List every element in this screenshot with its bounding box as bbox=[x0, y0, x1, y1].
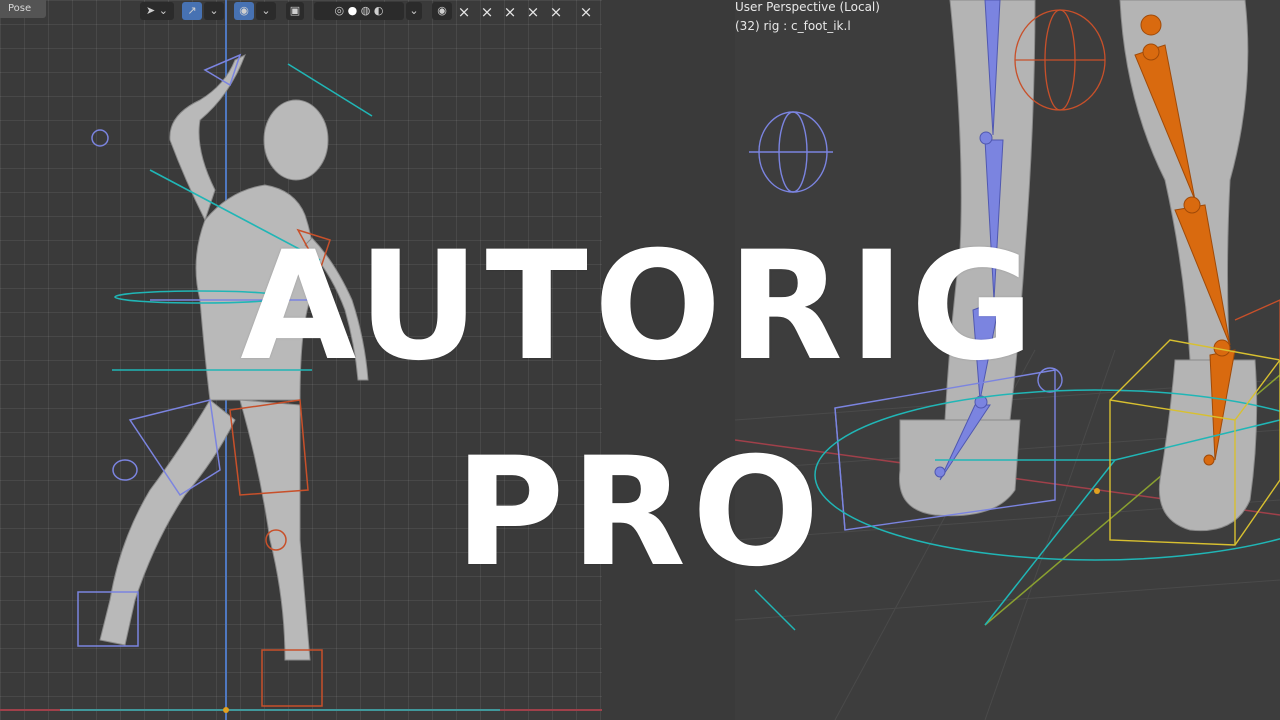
mode-dropdown[interactable]: Pose bbox=[0, 0, 46, 18]
orientation-dropdown-button[interactable]: ⌄ bbox=[204, 2, 224, 20]
shading-dropdown-button[interactable]: ⌄ bbox=[406, 2, 422, 20]
pivot-dropdown-button[interactable]: ⌄ bbox=[256, 2, 276, 20]
close-icon[interactable]: × bbox=[548, 4, 564, 20]
title-line-1: AUTORIG bbox=[240, 220, 1040, 394]
viewport-header: Pose ➤ ⌄ ↗ ⌄ ◉ ⌄ ▣ ◎ ● ◍ ◐ ⌄ ◉ × × × × ×… bbox=[0, 0, 602, 22]
rendered-shading-icon[interactable]: ◐ bbox=[374, 4, 384, 17]
wireframe-shading-icon[interactable]: ◎ bbox=[335, 4, 345, 17]
title-line-2: PRO bbox=[454, 426, 826, 600]
transform-orientation-button[interactable]: ↗ bbox=[182, 2, 202, 20]
solid-shading-icon[interactable]: ● bbox=[348, 4, 358, 17]
view-toggle-button[interactable]: ▣ bbox=[286, 2, 304, 20]
close-icon[interactable]: × bbox=[525, 4, 541, 20]
shading-mode-group[interactable]: ◎ ● ◍ ◐ bbox=[314, 2, 404, 20]
close-icon[interactable]: × bbox=[456, 4, 472, 20]
close-icon[interactable]: × bbox=[578, 4, 594, 20]
active-object-label: (32) rig : c_foot_ik.l bbox=[735, 19, 851, 33]
overlay-toggle-button[interactable]: ◉ bbox=[432, 2, 452, 20]
close-icon[interactable]: × bbox=[479, 4, 495, 20]
view-name-label: User Perspective (Local) bbox=[735, 0, 880, 14]
close-icon[interactable]: × bbox=[502, 4, 518, 20]
pivot-button[interactable]: ◉ bbox=[234, 2, 254, 20]
material-shading-icon[interactable]: ◍ bbox=[361, 4, 371, 17]
select-tool-button[interactable]: ➤ ⌄ bbox=[140, 2, 174, 20]
origin-point bbox=[223, 707, 229, 713]
